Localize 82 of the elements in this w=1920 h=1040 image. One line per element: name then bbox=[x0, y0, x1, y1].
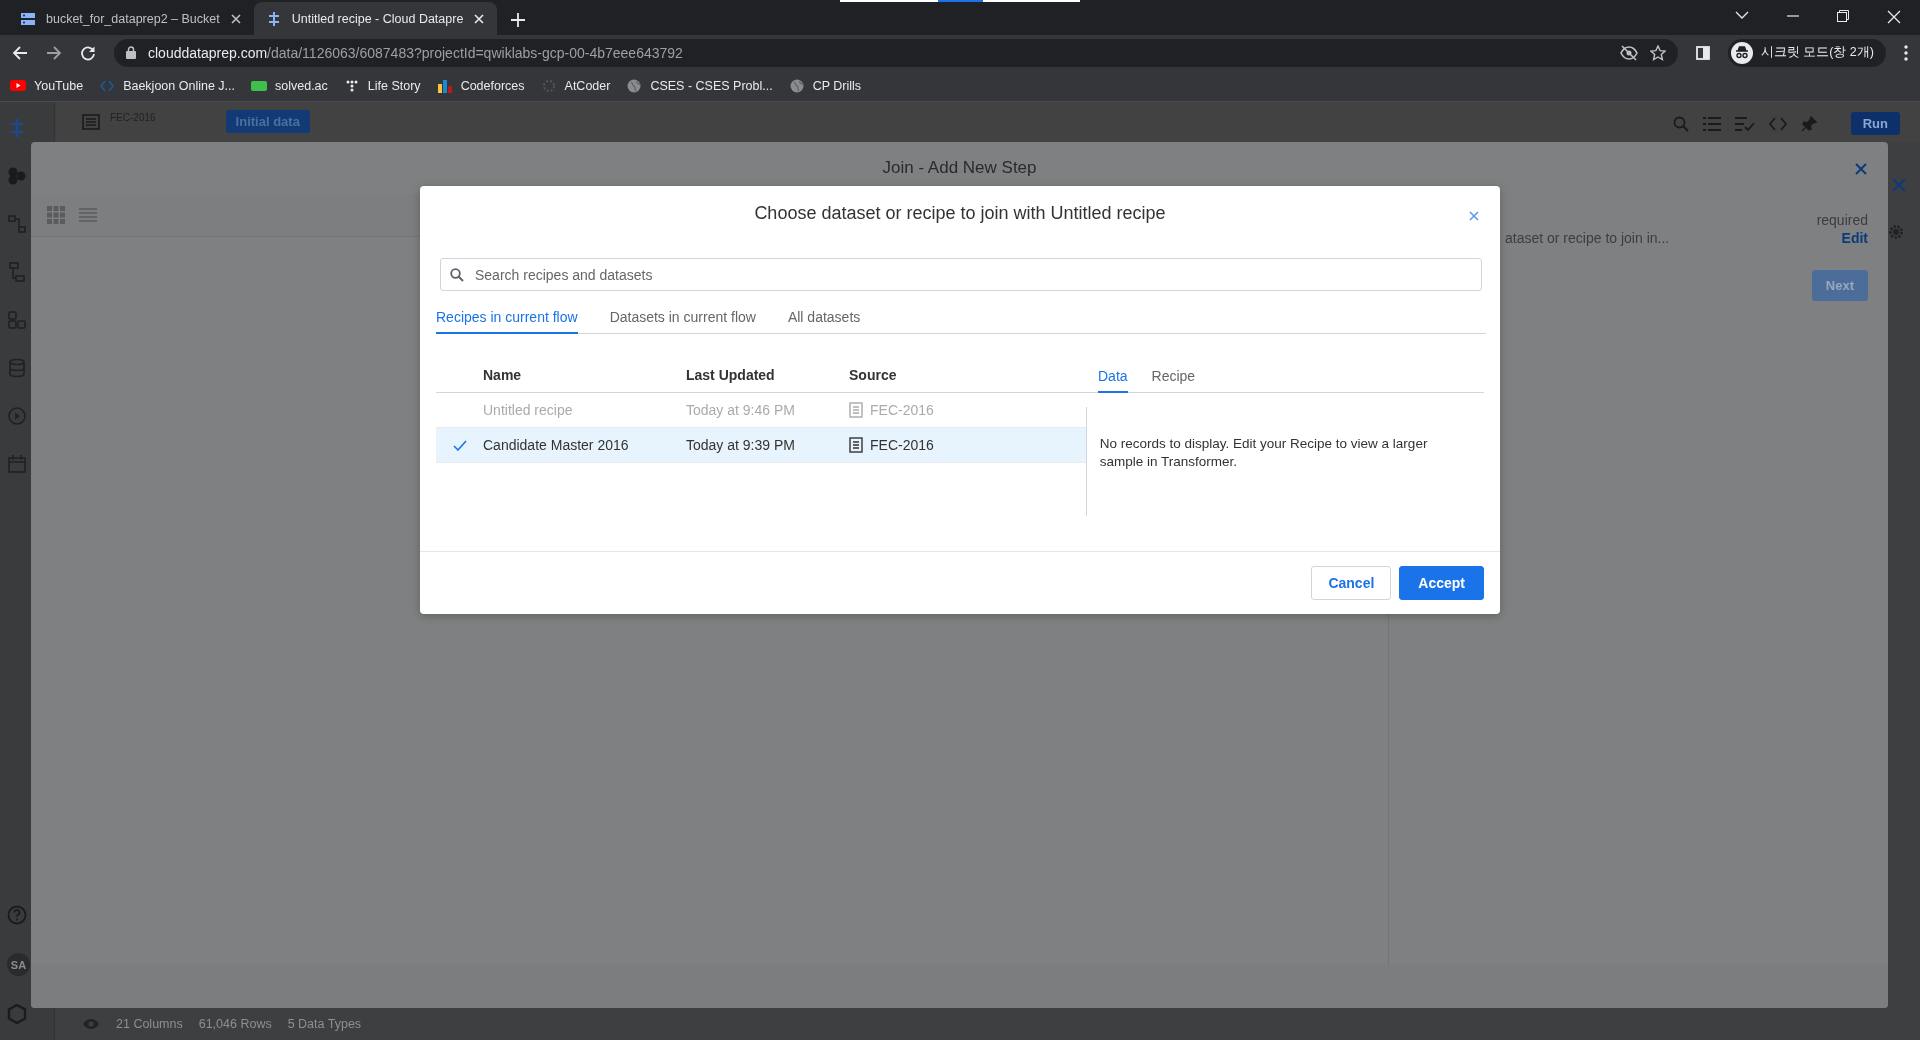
run-button[interactable]: Run bbox=[1850, 112, 1900, 135]
ring-icon bbox=[540, 77, 557, 94]
bookmark[interactable]: Baekjoon Online J... bbox=[99, 77, 235, 94]
bar-chart-icon bbox=[436, 77, 453, 94]
grid-icon[interactable] bbox=[47, 206, 65, 224]
blocks-icon[interactable] bbox=[7, 310, 27, 330]
profile-chip[interactable]: 시크릿 모드(창 2개) bbox=[1727, 38, 1886, 67]
flow-icon[interactable] bbox=[7, 214, 27, 234]
globe-icon bbox=[626, 77, 643, 94]
preview-tab[interactable]: Data bbox=[1098, 368, 1128, 393]
help-icon[interactable] bbox=[7, 905, 27, 925]
browser-tab[interactable]: bucket_for_dataprep2 – Bucket bbox=[8, 2, 254, 35]
table-cell-text: Candidate Master 2016 bbox=[483, 437, 630, 453]
bookmark[interactable]: solved.ac bbox=[251, 77, 328, 94]
cancel-button[interactable]: Cancel bbox=[1311, 566, 1392, 600]
forward-icon[interactable] bbox=[46, 44, 62, 61]
eye-off-icon[interactable] bbox=[1619, 44, 1638, 61]
calendar-icon[interactable] bbox=[7, 454, 27, 474]
restore-icon[interactable] bbox=[1837, 10, 1849, 22]
column-header: Name bbox=[483, 367, 523, 383]
url-text: clouddataprep.com/data/1126063/6087483?projectId=qwiklabs-gcp-00-4b7eee643792 bbox=[148, 44, 684, 61]
dialog-tab[interactable]: Datasets in current flow bbox=[609, 301, 756, 334]
user-avatar[interactable]: SA bbox=[7, 953, 30, 976]
eye-icon[interactable] bbox=[82, 1018, 100, 1030]
reload-icon[interactable] bbox=[80, 44, 96, 61]
play-circle-icon[interactable] bbox=[7, 406, 27, 426]
side-panel-icon[interactable] bbox=[1695, 45, 1710, 60]
checklist-icon[interactable] bbox=[1734, 116, 1755, 131]
list-icon[interactable] bbox=[1702, 116, 1721, 131]
cloud-hexagon-icon[interactable] bbox=[7, 1004, 27, 1024]
chevron-down-icon[interactable] bbox=[1735, 10, 1749, 20]
preview-tab[interactable]: Recipe bbox=[1151, 368, 1196, 393]
pin-icon[interactable] bbox=[1800, 115, 1817, 132]
table-cell: FEC-2016 bbox=[870, 437, 934, 453]
search-icon[interactable] bbox=[1672, 115, 1689, 132]
more-icon[interactable] bbox=[1904, 44, 1908, 61]
status-text: 5 Data Types bbox=[287, 1017, 362, 1031]
globe-icon bbox=[788, 77, 805, 94]
lock-icon bbox=[126, 46, 136, 59]
table-cell-text: Today at 9:46 PM bbox=[686, 402, 796, 418]
dialog-tab[interactable]: All datasets bbox=[787, 301, 861, 334]
document-icon bbox=[849, 437, 863, 453]
star-icon[interactable] bbox=[1649, 44, 1666, 61]
bookmark[interactable]: Codeforces bbox=[436, 77, 525, 94]
dialog-title: Choose dataset or recipe to join with Untitled recipe bbox=[754, 202, 1166, 224]
bookmark[interactable]: Life Story bbox=[343, 77, 421, 94]
column-header: Last Updated bbox=[686, 367, 776, 383]
bookmark[interactable]: CSES - CSES Probl... bbox=[626, 77, 773, 94]
code-icon[interactable] bbox=[1768, 116, 1787, 131]
recipe-icon[interactable] bbox=[82, 114, 100, 130]
column-header: Source bbox=[849, 367, 898, 383]
new-tab-icon[interactable] bbox=[511, 13, 526, 27]
video-icon bbox=[10, 77, 26, 94]
storage-icon bbox=[20, 11, 36, 26]
close-icon[interactable] bbox=[229, 12, 242, 25]
empty-message: No records to display. Edit your Recipe to view a larger sample in Transformer. bbox=[1098, 435, 1429, 471]
table-cell-text: Untitled recipe bbox=[483, 402, 574, 418]
database-icon[interactable] bbox=[7, 358, 27, 378]
table-cell: FEC-2016 bbox=[870, 402, 934, 418]
check-icon bbox=[452, 439, 467, 451]
browser-tab[interactable]: Untitled recipe - Cloud Datapre bbox=[253, 2, 498, 35]
status-text: 61,046 Rows bbox=[198, 1017, 272, 1031]
status-text: 21 Columns bbox=[116, 1017, 183, 1031]
hierarchy-icon[interactable] bbox=[7, 262, 27, 282]
table-row[interactable]: Candidate Master 2016 Today at 9:39 PM FEC-2016 bbox=[436, 428, 1086, 463]
required-label: required bbox=[1816, 212, 1868, 228]
panel-title: Join - Add New Step bbox=[882, 158, 1037, 178]
search-field[interactable]: Search recipes and datasets bbox=[440, 258, 1482, 291]
settings-icon[interactable] bbox=[1888, 224, 1904, 240]
description-text: ataset or recipe to join in... bbox=[1505, 230, 1670, 246]
accept-button[interactable]: Accept bbox=[1399, 566, 1484, 600]
table-cell-text: Today at 9:39 PM bbox=[686, 437, 796, 453]
search-icon bbox=[450, 268, 464, 282]
dialog-tab[interactable]: Recipes in current flow bbox=[436, 301, 578, 334]
back-icon[interactable] bbox=[12, 44, 28, 61]
incognito-icon bbox=[1730, 41, 1753, 64]
bookmark[interactable]: CP Drills bbox=[788, 77, 862, 94]
list-icon[interactable] bbox=[79, 207, 97, 223]
bookmark[interactable]: AtCoder bbox=[540, 77, 611, 94]
bookmark[interactable]: YouTube bbox=[10, 77, 84, 94]
document-icon bbox=[849, 402, 863, 418]
address-bar[interactable]: clouddataprep.com/data/1126063/6087483?projectId=qwiklabs-gcp-00-4b7eee643792 bbox=[114, 38, 1678, 67]
